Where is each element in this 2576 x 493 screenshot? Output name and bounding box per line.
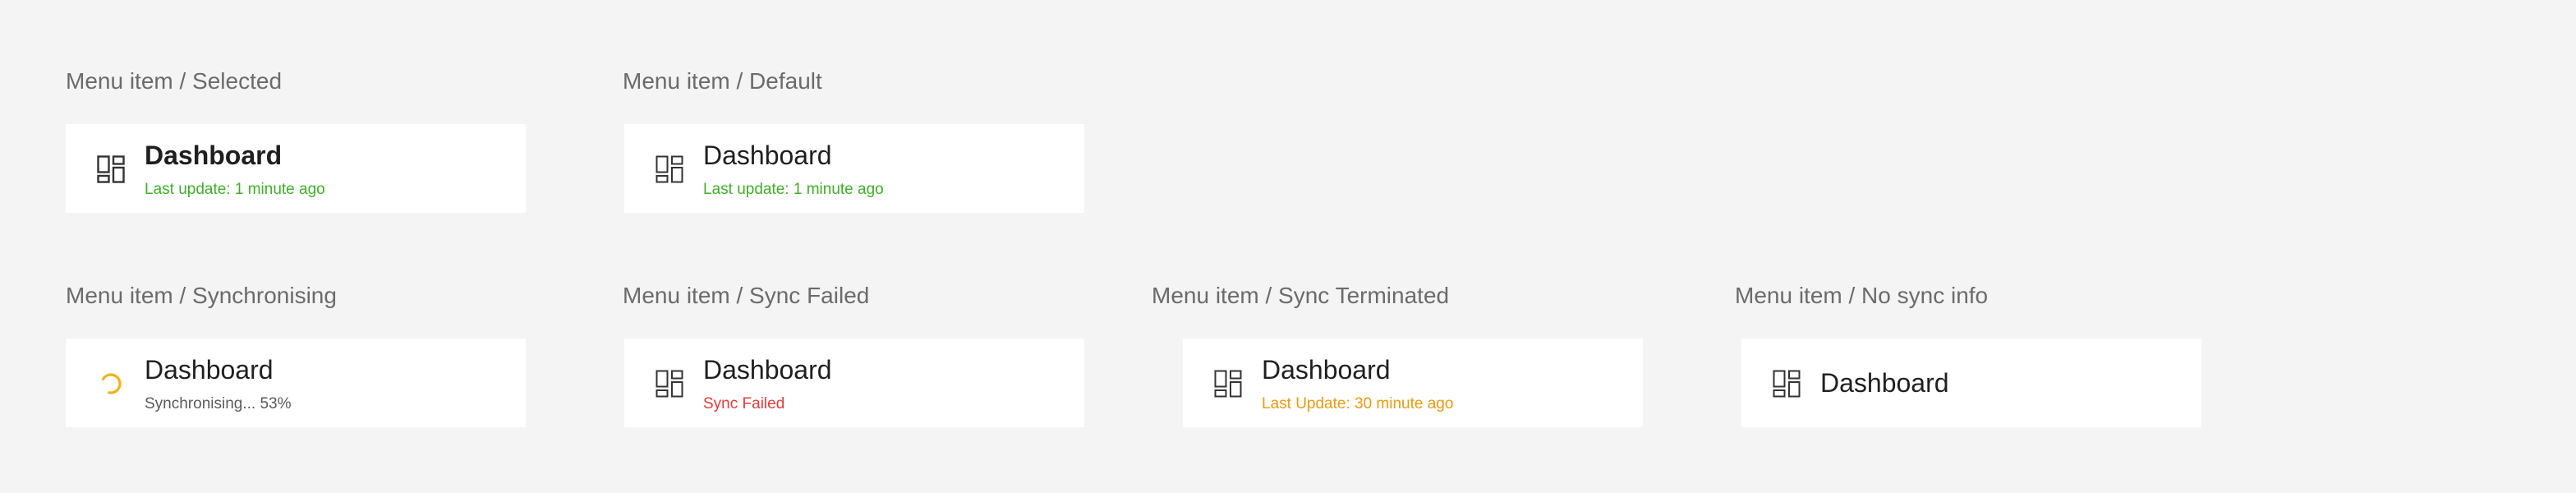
spinner-icon (99, 371, 126, 399)
menu-item-sync-terminated[interactable]: Dashboard Last Update: 30 minute ago (1183, 339, 1643, 427)
section-label-sync-failed: Menu item / Sync Failed (623, 283, 870, 308)
section-label-selected: Menu item / Selected (66, 68, 283, 94)
menu-item-selected[interactable]: Dashboard Last update: 1 minute ago (66, 124, 526, 213)
section-label-sync-terminated: Menu item / Sync Terminated (1152, 283, 1450, 308)
dashboard-icon (656, 155, 683, 183)
dashboard-icon (97, 155, 125, 183)
menu-item-title: Dashboard (145, 141, 283, 170)
dashboard-icon (1773, 370, 1801, 398)
section-label-default: Menu item / Default (623, 68, 822, 94)
menu-item-title: Dashboard (703, 355, 832, 385)
sync-status-text: Last update: 1 minute ago (145, 181, 325, 198)
section-label-no-sync-info: Menu item / No sync info (1735, 283, 1989, 308)
menu-item-synchronising[interactable]: Dashboard Synchronising... 53% (66, 339, 526, 427)
menu-item-title: Dashboard (1820, 368, 1949, 398)
menu-item-default[interactable]: Dashboard Last update: 1 minute ago (624, 124, 1084, 213)
menu-item-title: Dashboard (145, 355, 274, 385)
menu-item-sync-failed[interactable]: Dashboard Sync Failed (624, 339, 1084, 427)
sync-status-text: Last Update: 30 minute ago (1262, 395, 1454, 412)
sync-status-text: Synchronising... 53% (145, 395, 292, 412)
menu-item-no-sync-info[interactable]: Dashboard (1741, 339, 2201, 427)
section-label-synchronising: Menu item / Synchronising (66, 283, 337, 308)
dashboard-icon (656, 370, 683, 398)
menu-item-title: Dashboard (1262, 355, 1391, 385)
dashboard-icon (1214, 370, 1242, 398)
sync-status-text: Last update: 1 minute ago (703, 181, 884, 198)
menu-item-title: Dashboard (703, 141, 832, 170)
sync-status-text: Sync Failed (703, 395, 785, 412)
